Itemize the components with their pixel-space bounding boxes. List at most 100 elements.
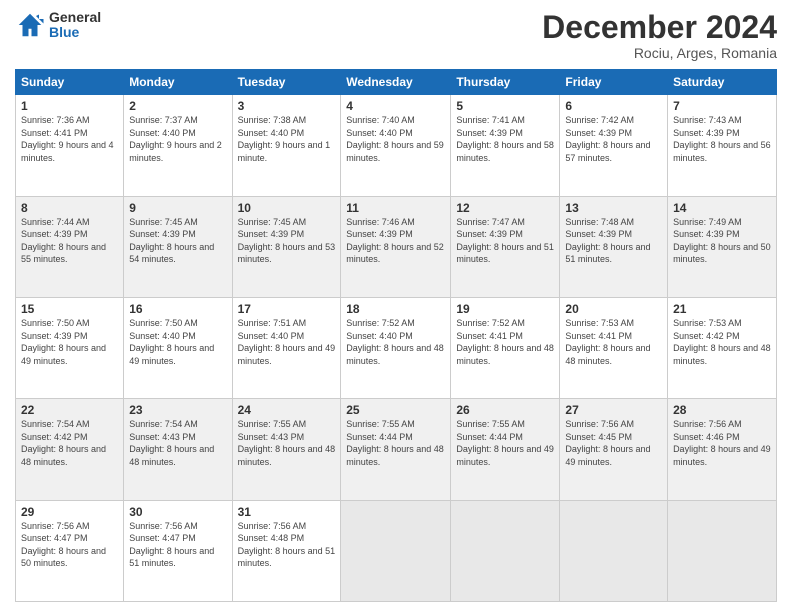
calendar-cell: 22 Sunrise: 7:54 AM Sunset: 4:42 PM Dayl… (16, 399, 124, 500)
calendar-cell: 20 Sunrise: 7:53 AM Sunset: 4:41 PM Dayl… (560, 297, 668, 398)
calendar-cell: 25 Sunrise: 7:55 AM Sunset: 4:44 PM Dayl… (341, 399, 451, 500)
calendar-cell (560, 500, 668, 601)
calendar-cell: 29 Sunrise: 7:56 AM Sunset: 4:47 PM Dayl… (16, 500, 124, 601)
logo-blue-text: Blue (49, 25, 101, 40)
col-friday: Friday (560, 70, 668, 95)
day-number: 9 (129, 201, 226, 215)
day-number: 26 (456, 403, 554, 417)
col-monday: Monday (124, 70, 232, 95)
calendar-cell: 21 Sunrise: 7:53 AM Sunset: 4:42 PM Dayl… (668, 297, 777, 398)
day-detail: Sunrise: 7:56 AM Sunset: 4:47 PM Dayligh… (21, 520, 118, 570)
page: General Blue December 2024 Rociu, Arges,… (0, 0, 792, 612)
day-detail: Sunrise: 7:53 AM Sunset: 4:41 PM Dayligh… (565, 317, 662, 367)
day-detail: Sunrise: 7:54 AM Sunset: 4:42 PM Dayligh… (21, 418, 118, 468)
day-detail: Sunrise: 7:46 AM Sunset: 4:39 PM Dayligh… (346, 216, 445, 266)
day-detail: Sunrise: 7:56 AM Sunset: 4:47 PM Dayligh… (129, 520, 226, 570)
calendar-cell: 27 Sunrise: 7:56 AM Sunset: 4:45 PM Dayl… (560, 399, 668, 500)
header: General Blue December 2024 Rociu, Arges,… (15, 10, 777, 61)
day-detail: Sunrise: 7:43 AM Sunset: 4:39 PM Dayligh… (673, 114, 771, 164)
location: Rociu, Arges, Romania (542, 45, 777, 61)
day-number: 28 (673, 403, 771, 417)
calendar-cell: 23 Sunrise: 7:54 AM Sunset: 4:43 PM Dayl… (124, 399, 232, 500)
day-detail: Sunrise: 7:36 AM Sunset: 4:41 PM Dayligh… (21, 114, 118, 164)
calendar-cell: 6 Sunrise: 7:42 AM Sunset: 4:39 PM Dayli… (560, 95, 668, 196)
calendar-cell: 28 Sunrise: 7:56 AM Sunset: 4:46 PM Dayl… (668, 399, 777, 500)
month-title: December 2024 (542, 10, 777, 45)
calendar-cell: 4 Sunrise: 7:40 AM Sunset: 4:40 PM Dayli… (341, 95, 451, 196)
day-detail: Sunrise: 7:54 AM Sunset: 4:43 PM Dayligh… (129, 418, 226, 468)
day-number: 27 (565, 403, 662, 417)
day-detail: Sunrise: 7:55 AM Sunset: 4:44 PM Dayligh… (456, 418, 554, 468)
day-detail: Sunrise: 7:56 AM Sunset: 4:46 PM Dayligh… (673, 418, 771, 468)
day-number: 23 (129, 403, 226, 417)
day-number: 4 (346, 99, 445, 113)
day-number: 5 (456, 99, 554, 113)
day-number: 15 (21, 302, 118, 316)
week-row-1: 1 Sunrise: 7:36 AM Sunset: 4:41 PM Dayli… (16, 95, 777, 196)
calendar-cell: 7 Sunrise: 7:43 AM Sunset: 4:39 PM Dayli… (668, 95, 777, 196)
calendar-cell: 5 Sunrise: 7:41 AM Sunset: 4:39 PM Dayli… (451, 95, 560, 196)
day-number: 6 (565, 99, 662, 113)
calendar-cell: 26 Sunrise: 7:55 AM Sunset: 4:44 PM Dayl… (451, 399, 560, 500)
day-number: 11 (346, 201, 445, 215)
week-row-2: 8 Sunrise: 7:44 AM Sunset: 4:39 PM Dayli… (16, 196, 777, 297)
calendar-cell: 8 Sunrise: 7:44 AM Sunset: 4:39 PM Dayli… (16, 196, 124, 297)
day-number: 14 (673, 201, 771, 215)
week-row-3: 15 Sunrise: 7:50 AM Sunset: 4:39 PM Dayl… (16, 297, 777, 398)
day-detail: Sunrise: 7:55 AM Sunset: 4:43 PM Dayligh… (238, 418, 336, 468)
day-number: 8 (21, 201, 118, 215)
day-number: 20 (565, 302, 662, 316)
calendar-cell (341, 500, 451, 601)
day-detail: Sunrise: 7:38 AM Sunset: 4:40 PM Dayligh… (238, 114, 336, 164)
title-block: December 2024 Rociu, Arges, Romania (542, 10, 777, 61)
day-number: 12 (456, 201, 554, 215)
calendar-cell: 31 Sunrise: 7:56 AM Sunset: 4:48 PM Dayl… (232, 500, 341, 601)
day-number: 19 (456, 302, 554, 316)
calendar-cell: 17 Sunrise: 7:51 AM Sunset: 4:40 PM Dayl… (232, 297, 341, 398)
day-detail: Sunrise: 7:49 AM Sunset: 4:39 PM Dayligh… (673, 216, 771, 266)
calendar-cell: 18 Sunrise: 7:52 AM Sunset: 4:40 PM Dayl… (341, 297, 451, 398)
day-detail: Sunrise: 7:56 AM Sunset: 4:45 PM Dayligh… (565, 418, 662, 468)
day-detail: Sunrise: 7:47 AM Sunset: 4:39 PM Dayligh… (456, 216, 554, 266)
day-detail: Sunrise: 7:53 AM Sunset: 4:42 PM Dayligh… (673, 317, 771, 367)
calendar-cell: 2 Sunrise: 7:37 AM Sunset: 4:40 PM Dayli… (124, 95, 232, 196)
day-detail: Sunrise: 7:37 AM Sunset: 4:40 PM Dayligh… (129, 114, 226, 164)
day-detail: Sunrise: 7:52 AM Sunset: 4:41 PM Dayligh… (456, 317, 554, 367)
calendar-table: Sunday Monday Tuesday Wednesday Thursday… (15, 69, 777, 602)
col-wednesday: Wednesday (341, 70, 451, 95)
day-detail: Sunrise: 7:55 AM Sunset: 4:44 PM Dayligh… (346, 418, 445, 468)
logo-text: General Blue (49, 10, 101, 41)
week-row-5: 29 Sunrise: 7:56 AM Sunset: 4:47 PM Dayl… (16, 500, 777, 601)
day-detail: Sunrise: 7:50 AM Sunset: 4:40 PM Dayligh… (129, 317, 226, 367)
calendar-cell (668, 500, 777, 601)
logo-icon (15, 10, 45, 40)
day-detail: Sunrise: 7:42 AM Sunset: 4:39 PM Dayligh… (565, 114, 662, 164)
calendar-cell: 15 Sunrise: 7:50 AM Sunset: 4:39 PM Dayl… (16, 297, 124, 398)
col-saturday: Saturday (668, 70, 777, 95)
day-detail: Sunrise: 7:52 AM Sunset: 4:40 PM Dayligh… (346, 317, 445, 367)
day-number: 21 (673, 302, 771, 316)
calendar-cell: 14 Sunrise: 7:49 AM Sunset: 4:39 PM Dayl… (668, 196, 777, 297)
col-tuesday: Tuesday (232, 70, 341, 95)
day-detail: Sunrise: 7:44 AM Sunset: 4:39 PM Dayligh… (21, 216, 118, 266)
calendar-header-row: Sunday Monday Tuesday Wednesday Thursday… (16, 70, 777, 95)
day-number: 7 (673, 99, 771, 113)
calendar-cell: 24 Sunrise: 7:55 AM Sunset: 4:43 PM Dayl… (232, 399, 341, 500)
day-number: 16 (129, 302, 226, 316)
calendar-cell: 19 Sunrise: 7:52 AM Sunset: 4:41 PM Dayl… (451, 297, 560, 398)
calendar-cell: 9 Sunrise: 7:45 AM Sunset: 4:39 PM Dayli… (124, 196, 232, 297)
calendar-cell: 30 Sunrise: 7:56 AM Sunset: 4:47 PM Dayl… (124, 500, 232, 601)
day-number: 10 (238, 201, 336, 215)
day-number: 29 (21, 505, 118, 519)
logo: General Blue (15, 10, 101, 41)
calendar-cell: 3 Sunrise: 7:38 AM Sunset: 4:40 PM Dayli… (232, 95, 341, 196)
day-number: 1 (21, 99, 118, 113)
week-row-4: 22 Sunrise: 7:54 AM Sunset: 4:42 PM Dayl… (16, 399, 777, 500)
day-number: 31 (238, 505, 336, 519)
calendar-cell: 13 Sunrise: 7:48 AM Sunset: 4:39 PM Dayl… (560, 196, 668, 297)
day-number: 22 (21, 403, 118, 417)
calendar-cell: 10 Sunrise: 7:45 AM Sunset: 4:39 PM Dayl… (232, 196, 341, 297)
day-detail: Sunrise: 7:56 AM Sunset: 4:48 PM Dayligh… (238, 520, 336, 570)
calendar-cell: 12 Sunrise: 7:47 AM Sunset: 4:39 PM Dayl… (451, 196, 560, 297)
calendar-cell (451, 500, 560, 601)
